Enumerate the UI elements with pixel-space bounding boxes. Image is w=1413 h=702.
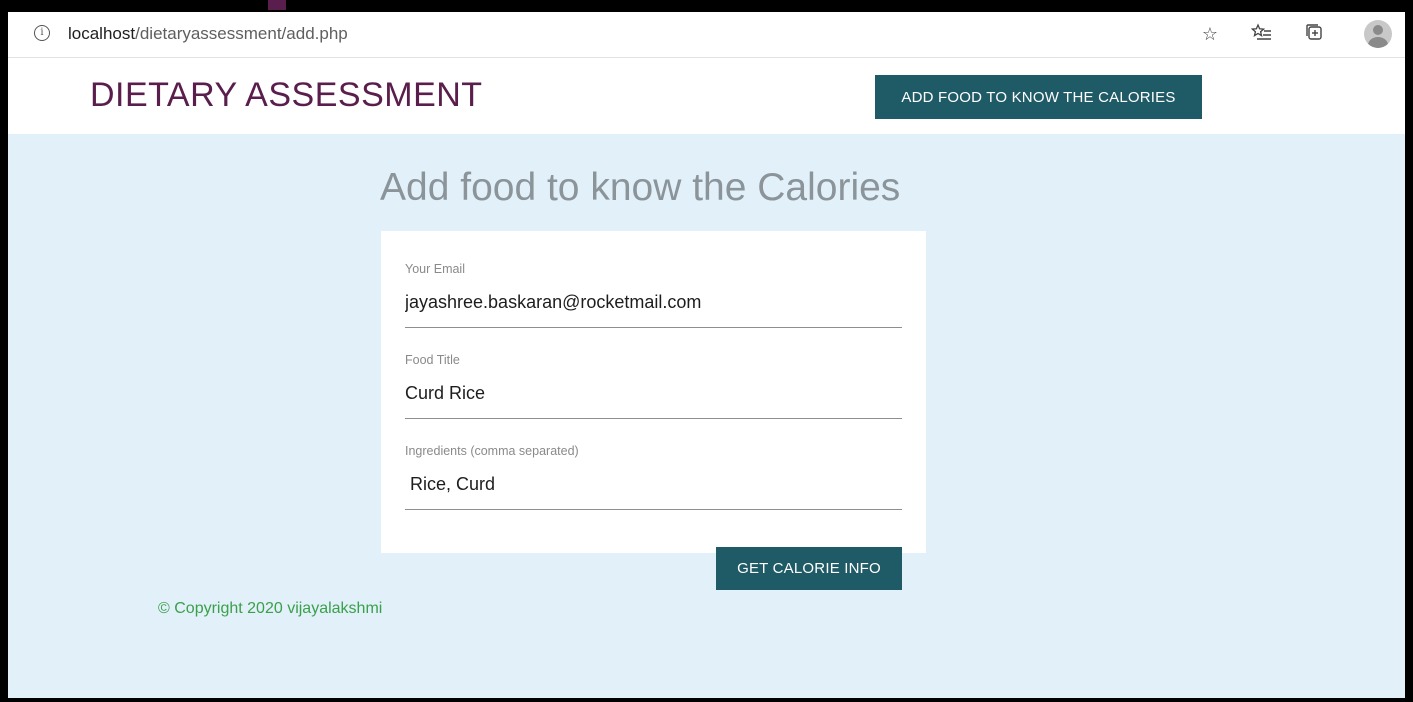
site-header: DIETARY ASSESSMENT ADD FOOD TO KNOW THE … [8,58,1405,134]
address-url[interactable]: localhost/dietaryassessment/add.php [68,24,348,44]
star-icon[interactable]: ☆ [1198,22,1222,46]
ingredients-field-group: Ingredients (comma separated) [405,444,902,510]
copyright-footer: © Copyright 2020 vijayalakshmi [158,600,383,617]
favorites-icon-graphic [1250,23,1271,40]
url-path: /dietaryassessment/add.php [135,24,348,43]
food-title-label: Food Title [405,353,460,367]
browser-address-bar: i localhost/dietaryassessment/add.php ☆ [8,12,1405,58]
cropped-title-fragment [268,0,286,10]
screenshot-frame-top [0,0,1413,12]
ingredients-input[interactable] [405,474,902,510]
get-calorie-info-button[interactable]: GET CALORIE INFO [716,547,902,590]
profile-avatar[interactable] [1364,20,1392,48]
food-title-input[interactable] [405,383,902,419]
screenshot-frame-right [1405,0,1413,702]
collections-icon-graphic [1306,24,1322,40]
email-label: Your Email [405,262,465,276]
info-icon[interactable]: i [34,25,50,41]
add-food-nav-button[interactable]: ADD FOOD TO KNOW THE CALORIES [875,75,1202,119]
ingredients-label: Ingredients (comma separated) [405,444,579,458]
favorites-icon[interactable] [1250,22,1274,46]
page-title: Add food to know the Calories [380,166,901,209]
collections-icon[interactable] [1302,22,1326,46]
main-content: Add food to know the Calories Your Email… [8,134,1405,698]
email-field[interactable] [405,292,902,328]
add-food-form-card: Your Email Food Title Ingredients (comma… [381,231,926,553]
screenshot-frame-left [0,0,8,702]
brand-logo-text[interactable]: DIETARY ASSESSMENT [90,76,483,115]
food-title-field-group: Food Title [405,353,902,419]
email-field-group: Your Email [405,262,902,328]
avatar-head [1373,25,1383,35]
avatar-body [1368,37,1388,48]
url-host: localhost [68,24,136,43]
screenshot-frame-bottom [0,698,1413,702]
